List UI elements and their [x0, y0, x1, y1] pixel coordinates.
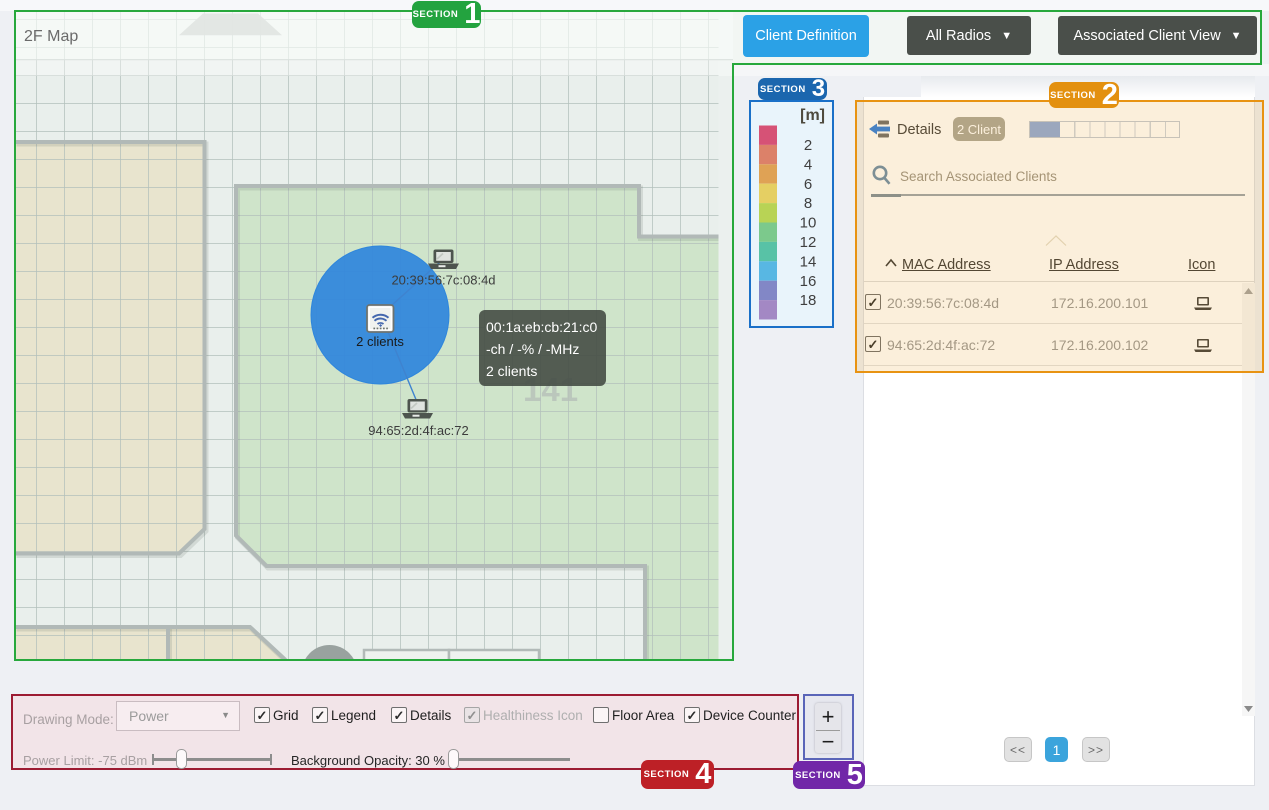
svg-text:20:39:56:7c:08:4d: 20:39:56:7c:08:4d [391, 273, 495, 288]
svg-text:16: 16 [800, 273, 817, 290]
svg-text:-ch / -% / -MHz: -ch / -% / -MHz [486, 341, 579, 357]
svg-text:18: 18 [800, 292, 817, 309]
svg-text:2 clients: 2 clients [356, 334, 404, 349]
svg-text:8: 8 [804, 195, 812, 212]
svg-text:6: 6 [804, 176, 812, 193]
svg-text:94:65:2d:4f:ac:72: 94:65:2d:4f:ac:72 [368, 423, 468, 438]
svg-text:12: 12 [800, 234, 817, 251]
svg-text:4: 4 [804, 156, 812, 173]
svg-text:00:1a:eb:cb:21:c0: 00:1a:eb:cb:21:c0 [486, 319, 598, 335]
svg-text:14: 14 [800, 253, 817, 270]
svg-text:[m]: [m] [800, 107, 825, 124]
svg-text:10: 10 [800, 215, 817, 232]
svg-text:2 clients: 2 clients [486, 363, 537, 379]
svg-text:2: 2 [804, 137, 812, 154]
